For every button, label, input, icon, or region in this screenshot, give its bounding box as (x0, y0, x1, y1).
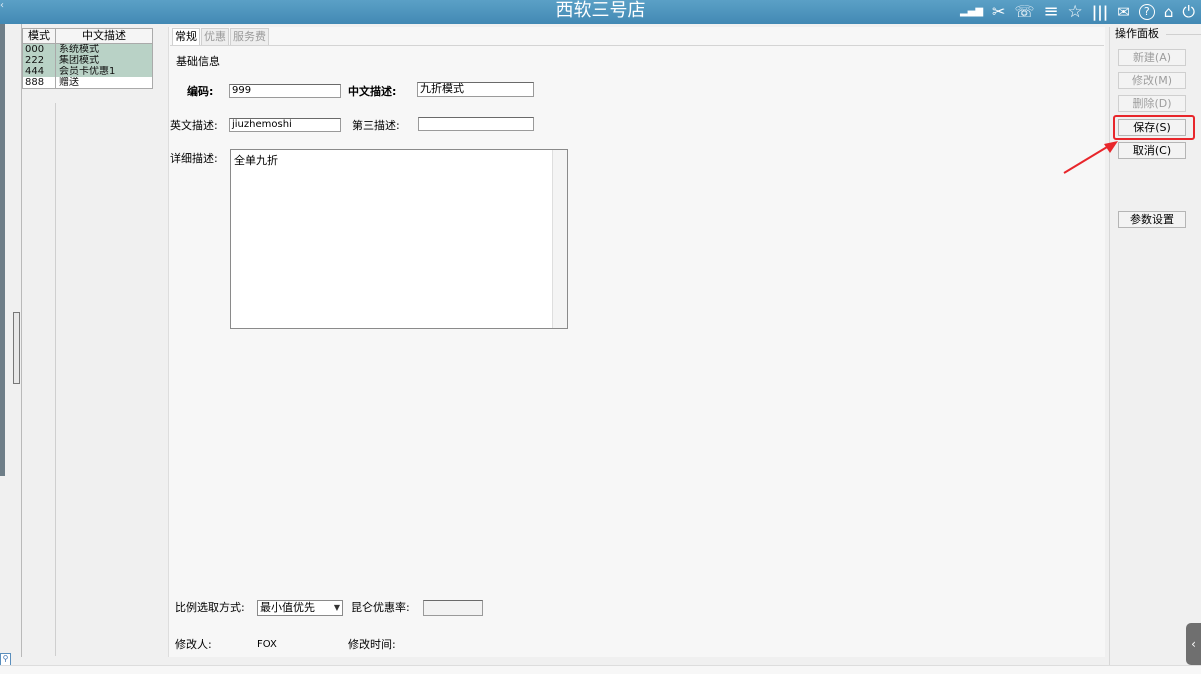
splitter-handle[interactable] (13, 312, 20, 384)
cn-desc-label: 中文描述: (348, 85, 397, 98)
third-desc-label: 第三描述: (352, 119, 400, 132)
bars-icon[interactable]: ||| (1092, 2, 1108, 22)
phone-icon[interactable]: ☏ (1014, 2, 1034, 22)
code-field[interactable]: 999 (229, 84, 341, 98)
cn-desc-field[interactable]: 九折模式 (417, 82, 534, 97)
tools-icon[interactable]: ✂ (992, 2, 1005, 22)
column-header-desc[interactable]: 中文描述 (56, 29, 152, 43)
help-icon[interactable]: ? (1138, 4, 1155, 20)
modtime-label: 修改时间: (348, 638, 396, 651)
third-desc-field[interactable] (418, 117, 534, 131)
network-icon[interactable]: ⌂ (1164, 2, 1174, 22)
title-bar: ‹ 西软三号店 ▂▄▆ ✂ ☏ ≡ ☆ ||| ✉ ? ⌂ ⏻ (0, 0, 1201, 24)
mail-icon[interactable]: ✉ (1117, 2, 1130, 22)
tab-general[interactable]: 常规 (172, 28, 200, 46)
kunlun-label: 昆仑优惠率: (351, 601, 410, 614)
textarea-scrollbar[interactable] (552, 150, 567, 328)
mode-list: 模式 中文描述 000 系统模式 222 集团模式 444 会员卡优惠1 888… (22, 28, 153, 89)
params-button[interactable]: 参数设置 (1118, 211, 1186, 228)
detail-text: 全单九折 (234, 154, 278, 167)
row-desc: 系统模式 (59, 44, 99, 55)
panel-title: 操作面板 (1115, 27, 1159, 40)
cancel-button[interactable]: 取消(C) (1118, 142, 1186, 159)
row-code: 444 (23, 66, 56, 77)
pointer-arrow-icon (1063, 141, 1118, 174)
star-icon[interactable]: ☆ (1068, 2, 1083, 22)
detail-label: 详细描述: (170, 152, 218, 165)
list-column-divider (22, 103, 56, 656)
row-desc: 会员卡优惠1 (59, 66, 116, 77)
ratio-select[interactable]: 最小值优先 ▼ (257, 600, 343, 616)
ratio-label: 比例选取方式: (175, 601, 245, 614)
row-code: 222 (23, 55, 56, 66)
edit-button[interactable]: 修改(M) (1118, 72, 1186, 89)
top-icon-bar: ▂▄▆ ✂ ☏ ≡ ☆ ||| ✉ ? ⌂ ⏻ (951, 0, 1195, 24)
new-button[interactable]: 新建(A) (1118, 49, 1186, 66)
chevron-down-icon[interactable]: ▼ (334, 601, 340, 615)
detail-textarea[interactable]: 全单九折 (230, 149, 568, 329)
tab-divider (170, 45, 1104, 46)
list-item[interactable]: 444 会员卡优惠1 (23, 66, 152, 77)
tab-bar: 常规 优惠 服务费 (172, 28, 270, 46)
signal-icon[interactable]: ▂▄▆ (960, 2, 983, 22)
tab-service-fee[interactable]: 服务费 (230, 28, 269, 46)
row-desc: 集团模式 (59, 55, 99, 66)
panel-title-line (1166, 34, 1201, 35)
modifier-label: 修改人: (175, 638, 212, 651)
delete-button[interactable]: 删除(D) (1118, 95, 1186, 112)
ratio-value: 最小值优先 (260, 601, 315, 614)
en-desc-label: 英文描述: (170, 119, 218, 132)
column-header-mode[interactable]: 模式 (23, 29, 56, 43)
en-desc-field[interactable]: jiuzhemoshi (229, 118, 341, 132)
row-code: 000 (23, 44, 56, 55)
list-item[interactable]: 888 赠送 (23, 77, 152, 88)
section-title: 基础信息 (176, 55, 220, 68)
list-item[interactable]: 000 系统模式 (23, 44, 152, 55)
kunlun-field[interactable] (423, 600, 483, 616)
row-code: 888 (23, 77, 56, 88)
code-label: 编码: (187, 85, 214, 98)
tab-discount[interactable]: 优惠 (201, 28, 229, 46)
row-desc: 赠送 (59, 77, 79, 88)
menu-icon[interactable]: ≡ (1043, 2, 1058, 22)
side-toggle-icon[interactable]: ‹ (1186, 623, 1201, 665)
save-highlight-box (1113, 115, 1195, 140)
list-item[interactable]: 222 集团模式 (23, 55, 152, 66)
list-header: 模式 中文描述 (23, 29, 152, 44)
power-icon[interactable]: ⏻ (1182, 2, 1195, 22)
modifier-value: FOX (257, 639, 277, 650)
